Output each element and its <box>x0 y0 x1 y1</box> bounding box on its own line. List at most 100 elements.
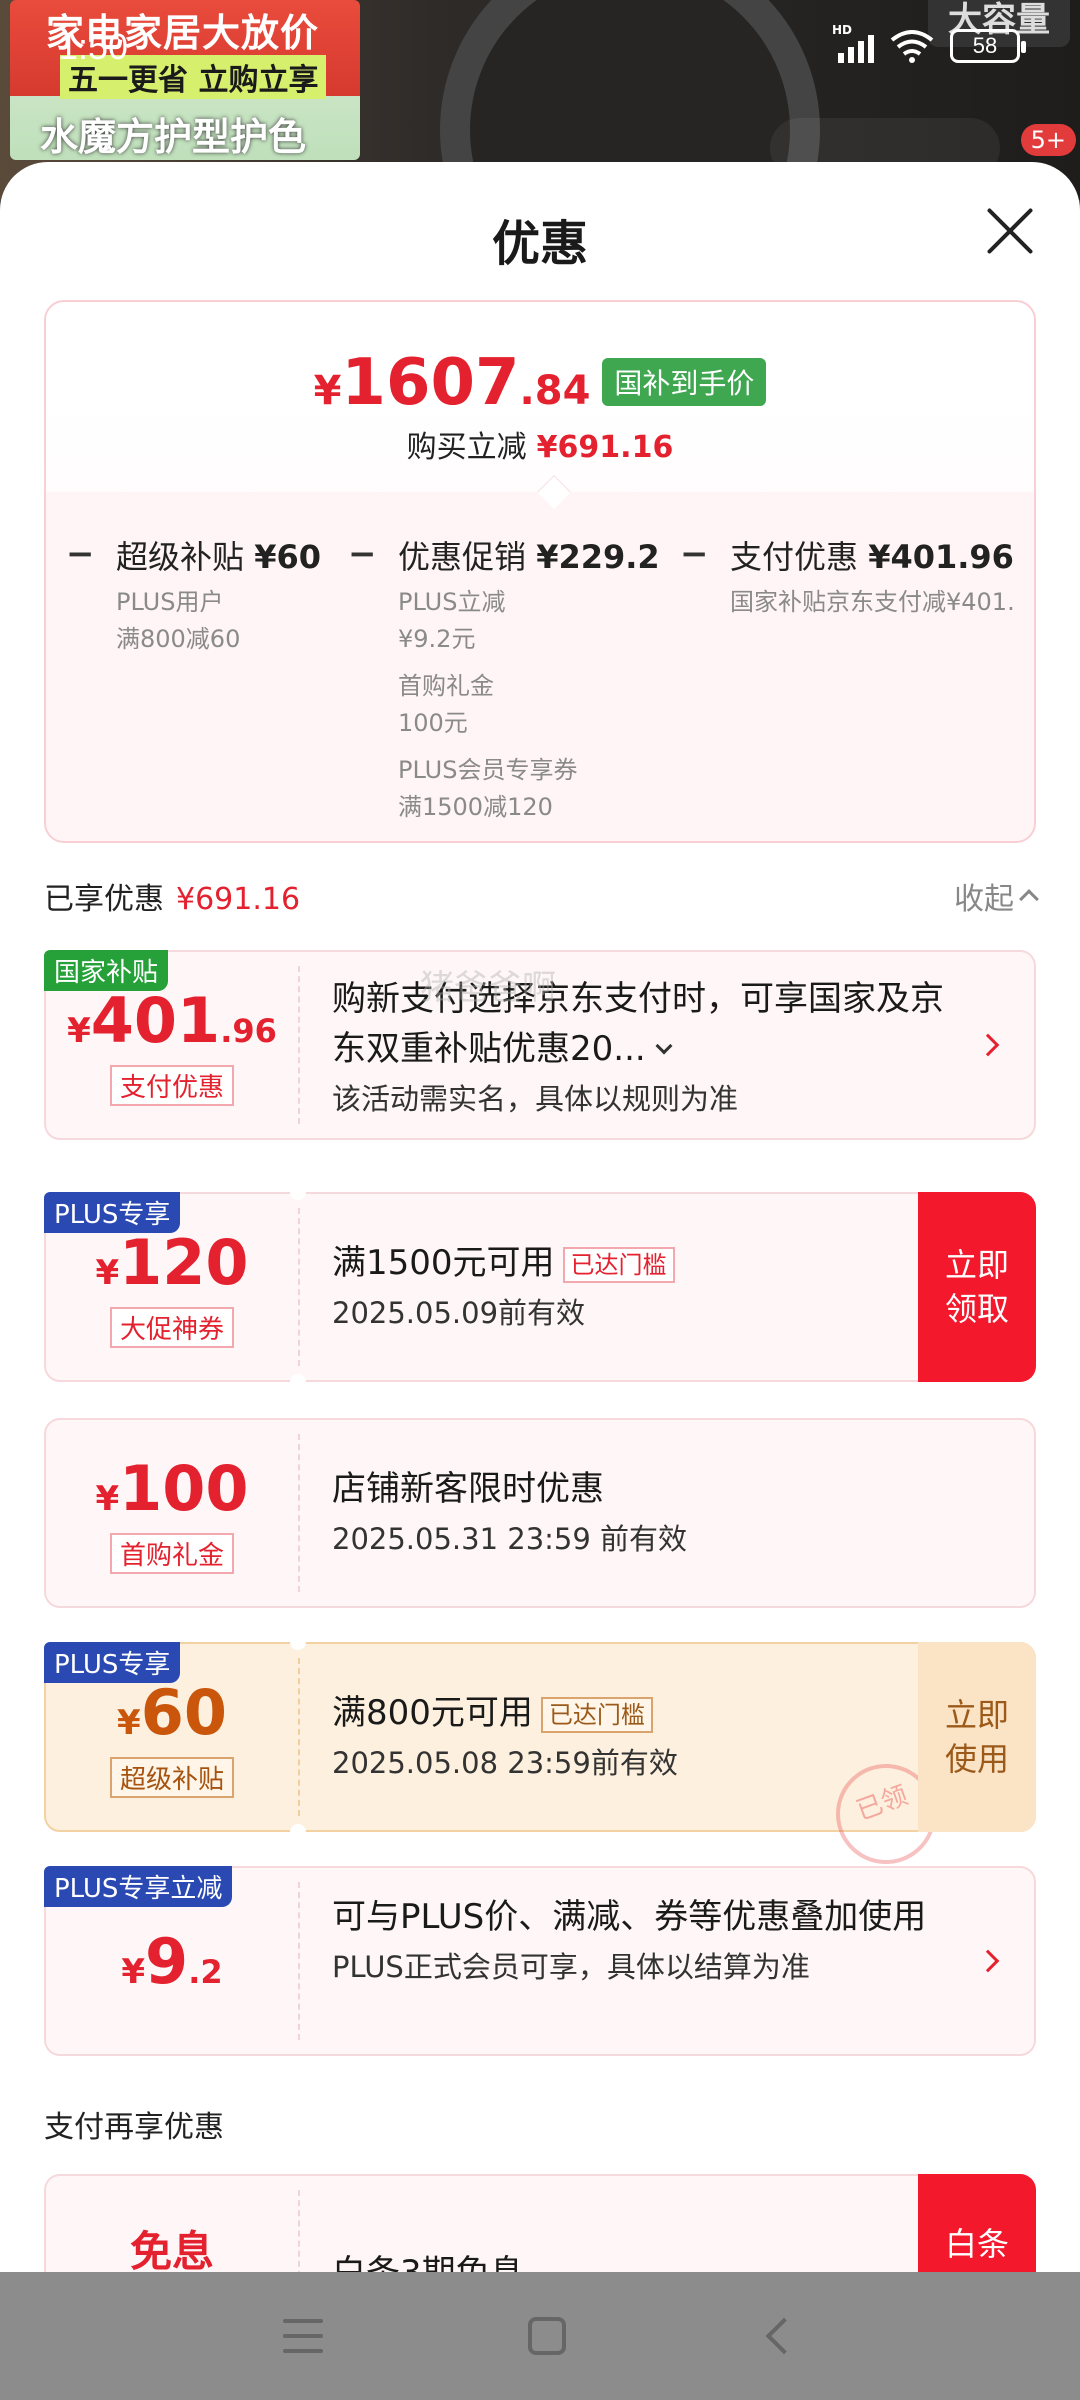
baitiao-button[interactable]: 白条 <box>918 2174 1036 2272</box>
coupon-title: 店铺新客限时优惠 <box>332 1469 604 1509</box>
coupon-corner-tag: 国家补贴 <box>44 950 169 991</box>
coupon-currency: ¥ <box>95 1479 120 1519</box>
chevron-right-icon[interactable] <box>976 1033 1000 1057</box>
pay-discount-header: 支付再享优惠 <box>44 2110 224 2145</box>
coupon-condition-text: 满800元可用 <box>332 1693 533 1733</box>
coupon-decimal: .96 <box>220 1012 277 1050</box>
menu-icon[interactable] <box>282 2319 323 2353</box>
price-integer: 1607 <box>341 346 520 420</box>
minus-icon: − <box>66 534 95 574</box>
breakdown-line: PLUS会员专享券 <box>398 756 578 784</box>
coupon-currency: ¥ <box>117 1703 141 1743</box>
enjoyed-label: 已享优惠 <box>44 882 164 917</box>
network-type-label: HD <box>832 23 853 37</box>
reduction-label: 购买立减 <box>406 430 527 465</box>
coupon-plus-800: ¥60 超级补贴 PLUS专享 满800元可用 已达门槛 2025.05.08 2… <box>44 1634 1036 1879</box>
coupon-validity: 2025.05.09前有效 <box>332 1296 586 1330</box>
sheet-title: 优惠 <box>491 216 588 272</box>
threshold-met-chip: 已达门槛 <box>562 1246 675 1283</box>
breakdown-line: 满800减60 <box>116 625 241 653</box>
coupon-note: 该活动需实名，具体以规则为准 <box>332 1082 739 1116</box>
installment-title: 白条3期免息 <box>332 2248 944 2272</box>
breakdown-payment: − 支付优惠 ¥401.96 国家补贴京东支付减¥401. <box>680 532 1015 621</box>
coupon-divider <box>298 1658 300 1816</box>
coupon-divider <box>298 966 300 1124</box>
coupon-corner-tag: PLUS专享立减 <box>44 1866 233 1907</box>
coupon-condition-text: 满1500元可用 <box>332 1243 555 1283</box>
coupon-corner-tag: PLUS专享 <box>44 1642 181 1683</box>
coupon-amount: 120 <box>119 1226 249 1299</box>
coupon-amount: 60 <box>140 1676 227 1749</box>
coupon-amount: 401 <box>90 984 221 1057</box>
discount-sheet: 优惠 ¥ 1607 .84 国补到手价 购买立减 ¥691.16 − 超级补贴 ¥… <box>0 162 1080 2272</box>
final-price: ¥ 1607 .84 <box>314 346 591 420</box>
status-time: 1:50 <box>58 26 129 67</box>
promo-line-3: 水魔方护型护色 <box>40 115 307 159</box>
home-icon[interactable] <box>527 2317 566 2355</box>
coupon-corner-tag: PLUS专享 <box>44 1192 181 1233</box>
close-icon[interactable] <box>980 202 1040 262</box>
coupon-divider <box>298 1434 300 1592</box>
minus-icon: − <box>680 534 709 574</box>
coupon-currency: ¥ <box>121 1951 146 1992</box>
claim-coupon-button[interactable]: 立即领取 <box>918 1192 1036 1382</box>
coupon-baitiao: 免息 白条3期免息 白条 <box>44 2174 1036 2272</box>
national-subsidy-price-tag: 国补到手价 <box>602 358 767 406</box>
coupon-type-label: 支付优惠 <box>109 1065 234 1106</box>
threshold-met-chip: 已达门槛 <box>540 1696 653 1733</box>
breakdown-line: 100元 <box>398 709 468 737</box>
coupon-validity: 2025.05.08 23:59前有效 <box>332 1746 678 1780</box>
minus-icon: − <box>348 534 377 574</box>
coupon-validity: 2025.05.31 23:59 前有效 <box>332 1522 688 1556</box>
breakdown-super-subsidy: − 超级补贴 ¥60 PLUS用户 满800减60 <box>66 532 321 658</box>
status-icons: HD 58 <box>832 23 1026 64</box>
price-decimal: .84 <box>519 368 591 414</box>
collapse-button[interactable]: 收起 <box>954 874 1039 918</box>
coupon-first-purchase: ¥100 首购礼金 店铺新客限时优惠 2025.05.31 23:59 前有效 <box>44 1418 1036 1608</box>
total-reduction: 购买立减 ¥691.16 <box>46 422 1034 466</box>
breakdown-title: 优惠促销 <box>398 538 527 576</box>
coupon-amount: 100 <box>119 1452 249 1525</box>
chevron-right-icon[interactable] <box>976 1949 1000 1973</box>
final-price-row: ¥ 1607 .84 国补到手价 <box>46 346 1034 420</box>
coupon-divider <box>298 1208 300 1366</box>
price-summary-card: ¥ 1607 .84 国补到手价 购买立减 ¥691.16 − 超级补贴 ¥60 … <box>44 300 1036 843</box>
coupon-divider <box>298 2190 300 2272</box>
coupon-currency: ¥ <box>95 1253 120 1293</box>
cellular-signal-icon: HD <box>832 23 874 63</box>
claim-button-label: 立即领取 <box>944 1246 1009 1328</box>
coupon-divider <box>298 1882 300 2040</box>
coupon-currency: ¥ <box>67 1011 91 1051</box>
coupon-plus-1500: ¥120 大促神券 PLUS专享 满1500元可用 已达门槛 2025.05.09… <box>44 1184 1036 1390</box>
system-navigation-bar <box>0 2272 1080 2400</box>
chevron-down-icon[interactable] <box>655 1037 673 1055</box>
chevron-up-icon <box>1019 889 1039 909</box>
use-coupon-button[interactable]: 立即使用 <box>918 1642 1036 1832</box>
status-bar: 1:50 HD 58 <box>0 0 1080 96</box>
cart-badge: 5+ <box>1020 124 1076 156</box>
coupon-plus-instant[interactable]: ¥9.2 PLUS专享立减 可与PLUS价、满减、券等优惠叠加使用 PLUS正式… <box>44 1866 1036 2056</box>
breakdown-line: PLUS用户 <box>116 588 224 616</box>
coupon-value: ¥100 首购礼金 <box>46 1420 298 1606</box>
breakdown-title: 支付优惠 <box>730 538 859 576</box>
collapse-label: 收起 <box>954 882 1014 917</box>
coupon-value: 免息 <box>46 2176 298 2272</box>
breakdown-promotion: − 优惠促销 ¥229.2 PLUS立减 ¥9.2元 首购礼金 100元 PLU… <box>348 532 660 826</box>
breakdown-line: PLUS立减 <box>398 588 506 616</box>
breakdown-amount: ¥229.2 <box>536 538 660 576</box>
breakdown-line: 国家补贴京东支付减¥401. <box>730 588 1015 616</box>
breakdown-line: 首购礼金 <box>398 672 494 700</box>
breakdown-amount: ¥401.96 <box>868 538 1014 576</box>
baitiao-button-label: 白条 <box>944 2225 1009 2263</box>
battery-icon: 58 <box>950 29 1026 63</box>
coupon-type-label: 超级补贴 <box>109 1757 234 1798</box>
wifi-icon <box>890 30 934 63</box>
enjoyed-amount: ¥691.16 <box>176 882 301 917</box>
breakdown-title: 超级补贴 <box>116 538 245 576</box>
watermark: 猪爸爸啊 <box>420 968 556 1008</box>
coupon-type-label: 大促神券 <box>109 1307 234 1348</box>
coupon-note: PLUS正式会员可享，具体以结算为准 <box>332 1950 810 1984</box>
back-icon[interactable] <box>765 2317 803 2355</box>
coupon-type-label: 首购礼金 <box>109 1533 234 1574</box>
breakdown-line: ¥9.2元 <box>398 625 476 653</box>
